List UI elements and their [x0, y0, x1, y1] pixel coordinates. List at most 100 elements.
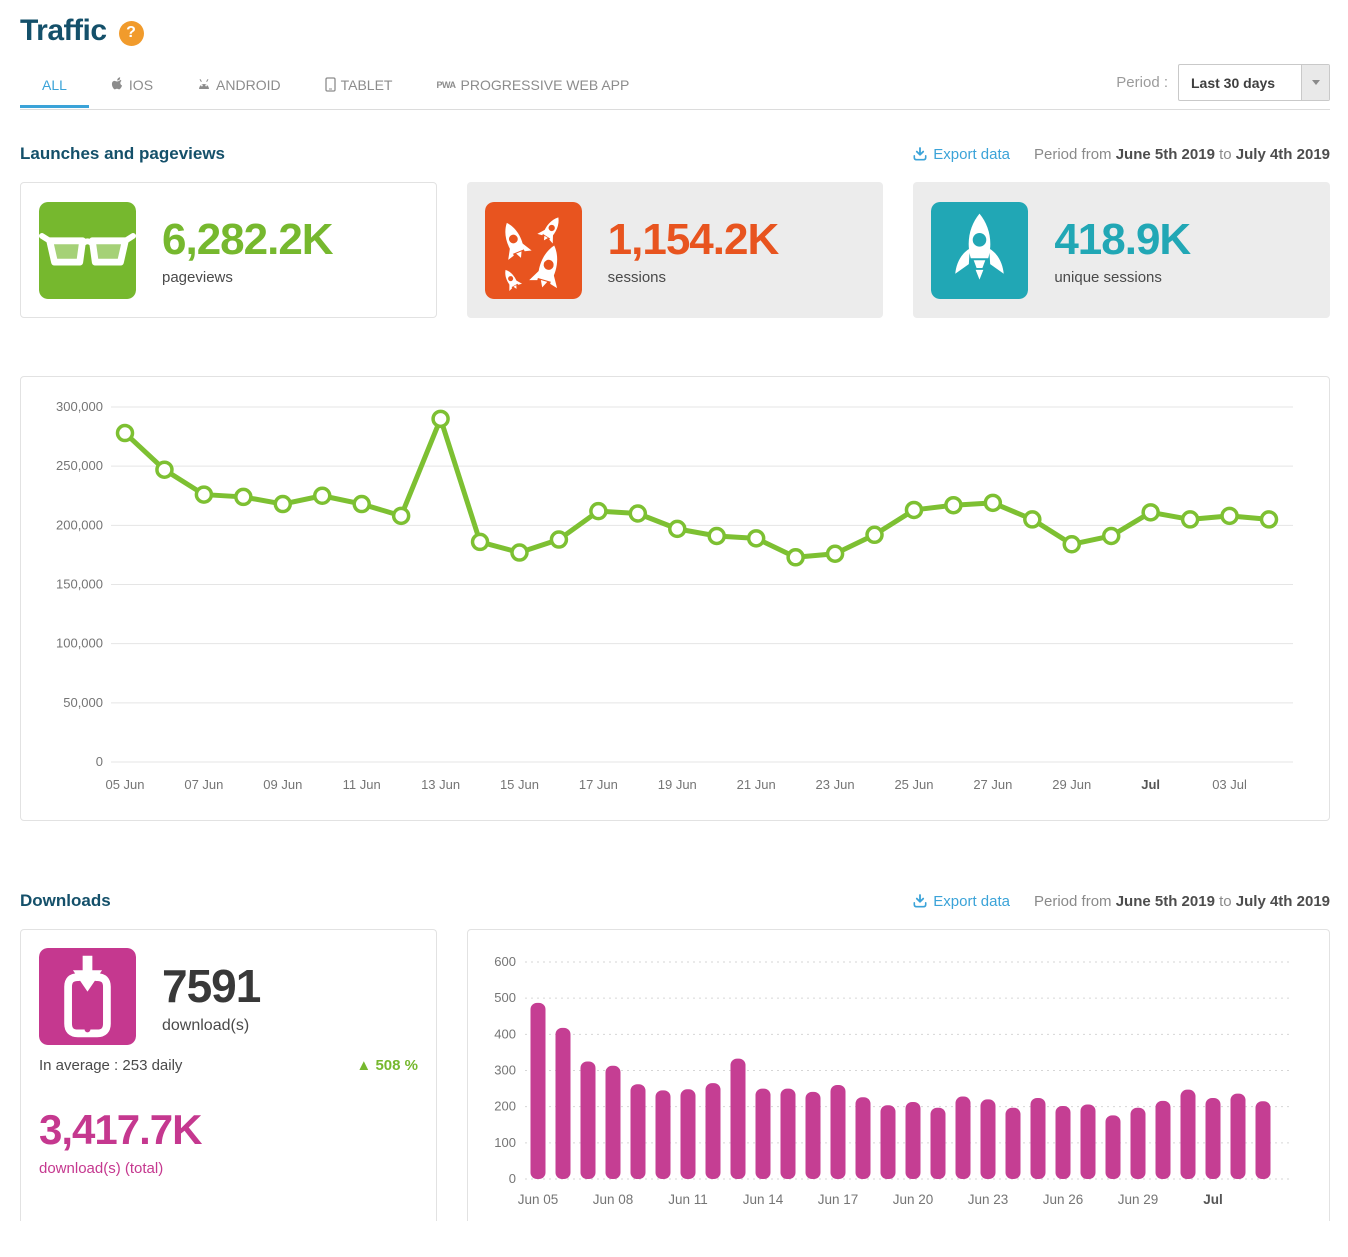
- svg-text:25 Jun: 25 Jun: [894, 777, 933, 792]
- period-end-date: July 4th 2019: [1236, 146, 1330, 163]
- svg-text:Jul: Jul: [1203, 1192, 1223, 1207]
- period-start-date: June 5th 2019: [1116, 893, 1215, 910]
- svg-text:200,000: 200,000: [56, 517, 103, 532]
- downloads-average-text: In average : 253 daily: [39, 1057, 182, 1074]
- svg-text:03 Jul: 03 Jul: [1212, 777, 1247, 792]
- sessions-value: 1,154.2K: [608, 215, 779, 265]
- period-selector: Period : Last 30 days: [1116, 64, 1330, 109]
- period-prefix: Period from: [1034, 146, 1112, 163]
- svg-text:0: 0: [509, 1171, 516, 1186]
- unique-sessions-card: 418.9K unique sessions: [913, 182, 1330, 318]
- pageviews-label: pageviews: [162, 269, 333, 286]
- tab-progressive-web-app[interactable]: PWA PROGRESSIVE WEB APP: [414, 67, 651, 107]
- downloads-trend-badge: ▲ 508 %: [356, 1057, 418, 1074]
- sessions-stat: 1,154.2K sessions: [608, 215, 779, 286]
- android-icon: [197, 78, 211, 92]
- downloads-row: 7591 download(s) In average : 253 daily …: [20, 929, 1330, 1221]
- pwa-icon: PWA: [436, 80, 455, 90]
- downloads-average-row: In average : 253 daily ▲ 508 %: [39, 1057, 418, 1074]
- pageviews-value: 6,282.2K: [162, 215, 333, 265]
- unique-sessions-stat: 418.9K unique sessions: [1054, 215, 1190, 286]
- svg-text:300: 300: [494, 1063, 516, 1078]
- rockets-icon: [485, 202, 582, 299]
- pageviews-line-chart: 0 50,000 100,000 150,000 200,000 250,000 300,0…: [21, 377, 1325, 817]
- traffic-page: Traffic ? ALL IOS ANDROID: [0, 0, 1348, 1221]
- svg-text:500: 500: [494, 990, 516, 1005]
- svg-text:15 Jun: 15 Jun: [500, 777, 539, 792]
- svg-text:300,000: 300,000: [56, 399, 103, 414]
- svg-text:600: 600: [494, 954, 516, 969]
- downloads-stat-top: 7591 download(s): [39, 948, 418, 1045]
- svg-text:150,000: 150,000: [56, 577, 103, 592]
- phone-download-icon: [39, 948, 136, 1045]
- tab-ios[interactable]: IOS: [89, 67, 175, 107]
- launches-section-title: Launches and pageviews: [20, 144, 225, 164]
- trend-value: 508 %: [375, 1057, 418, 1074]
- downloads-stat-text: 7591 download(s): [162, 959, 260, 1035]
- svg-text:27 Jun: 27 Jun: [973, 777, 1012, 792]
- period-label: Period :: [1116, 74, 1168, 91]
- chevron-down-icon: [1312, 80, 1320, 85]
- pageviews-stat: 6,282.2K pageviews: [162, 215, 333, 286]
- svg-text:07 Jun: 07 Jun: [184, 777, 223, 792]
- export-label: Export data: [933, 146, 1010, 163]
- page-title: Traffic: [20, 14, 107, 48]
- svg-text:Jun 29: Jun 29: [1118, 1192, 1159, 1207]
- help-icon[interactable]: ?: [119, 21, 144, 46]
- svg-text:21 Jun: 21 Jun: [737, 777, 776, 792]
- period-select-arrow-button[interactable]: [1301, 65, 1329, 100]
- launches-period-text: Period from June 5th 2019 to July 4th 20…: [1034, 146, 1330, 163]
- pageviews-chart-card: 0 50,000 100,000 150,000 200,000 250,000 300,0…: [20, 376, 1330, 821]
- svg-text:50,000: 50,000: [63, 695, 103, 710]
- downloads-value: 7591: [162, 959, 260, 1013]
- glasses-icon: [39, 202, 136, 299]
- tab-android[interactable]: ANDROID: [175, 67, 303, 107]
- svg-text:Jun 26: Jun 26: [1043, 1192, 1084, 1207]
- launches-section-meta: Export data Period from June 5th 2019 to…: [913, 146, 1330, 163]
- svg-text:17 Jun: 17 Jun: [579, 777, 618, 792]
- launches-export-link[interactable]: Export data: [913, 146, 1010, 163]
- svg-text:100,000: 100,000: [56, 636, 103, 651]
- downloads-chart-card: 0100200300400500600Jun 05Jun 08Jun 11Jun…: [467, 929, 1330, 1221]
- unique-sessions-value: 418.9K: [1054, 215, 1190, 265]
- svg-text:Jun 05: Jun 05: [518, 1192, 559, 1207]
- period-select-value: Last 30 days: [1179, 65, 1301, 100]
- svg-text:Jun 23: Jun 23: [968, 1192, 1009, 1207]
- svg-text:Jul: Jul: [1141, 777, 1160, 792]
- rocket-icon: [931, 202, 1028, 299]
- svg-text:250,000: 250,000: [56, 458, 103, 473]
- tab-all[interactable]: ALL: [20, 67, 89, 107]
- launches-section-header: Launches and pageviews Export data Perio…: [20, 144, 1330, 164]
- period-start-date: June 5th 2019: [1116, 146, 1215, 163]
- tab-tablet[interactable]: TABLET: [303, 67, 415, 107]
- tabs-row: ALL IOS ANDROID TABLET PW: [20, 64, 1330, 110]
- tablet-icon: [325, 77, 336, 92]
- downloads-section-header: Downloads Export data Period from June 5…: [20, 891, 1330, 911]
- period-select[interactable]: Last 30 days: [1178, 64, 1330, 101]
- unique-sessions-label: unique sessions: [1054, 269, 1190, 286]
- tab-label: PROGRESSIVE WEB APP: [461, 77, 630, 93]
- tab-label: ANDROID: [216, 77, 281, 93]
- svg-text:11 Jun: 11 Jun: [343, 777, 381, 792]
- svg-text:Jun 20: Jun 20: [893, 1192, 934, 1207]
- download-icon: [913, 147, 927, 161]
- svg-text:Jun 11: Jun 11: [668, 1192, 708, 1207]
- svg-text:Jun 08: Jun 08: [593, 1192, 634, 1207]
- svg-text:13 Jun: 13 Jun: [421, 777, 460, 792]
- svg-text:09 Jun: 09 Jun: [263, 777, 302, 792]
- export-label: Export data: [933, 893, 1010, 910]
- period-end-date: July 4th 2019: [1236, 893, 1330, 910]
- sessions-label: sessions: [608, 269, 779, 286]
- period-to: to: [1219, 146, 1232, 163]
- downloads-label: download(s): [162, 1017, 260, 1035]
- downloads-total-label: download(s) (total): [39, 1160, 418, 1177]
- period-prefix: Period from: [1034, 893, 1112, 910]
- svg-text:05 Jun: 05 Jun: [105, 777, 144, 792]
- downloads-period-text: Period from June 5th 2019 to July 4th 20…: [1034, 893, 1330, 910]
- downloads-stat-card: 7591 download(s) In average : 253 daily …: [20, 929, 437, 1221]
- svg-text:200: 200: [494, 1099, 516, 1114]
- downloads-export-link[interactable]: Export data: [913, 893, 1010, 910]
- downloads-total-value: 3,417.7K: [39, 1106, 418, 1154]
- svg-text:0: 0: [96, 754, 103, 769]
- svg-text:Jun 14: Jun 14: [743, 1192, 784, 1207]
